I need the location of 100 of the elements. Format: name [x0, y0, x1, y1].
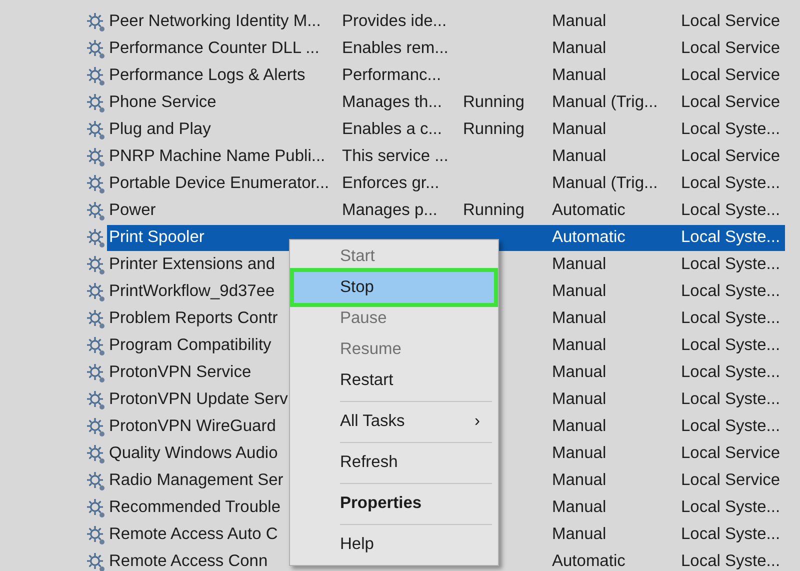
startup-type: Manual [552, 281, 608, 302]
service-name: Quality Windows Audio [109, 443, 279, 464]
log-on-as: Local Service [681, 65, 780, 86]
service-status: Running [463, 200, 526, 222]
service-name: Power [109, 200, 157, 222]
startup-type: Manual [552, 11, 608, 32]
gear-icon [85, 442, 107, 464]
service-status: Running [463, 92, 526, 114]
startup-type: Manual [552, 470, 608, 492]
service-name: ProtonVPN WireGuard [109, 416, 277, 438]
menu-item[interactable]: Properties [294, 488, 494, 519]
service-status: Running [463, 119, 526, 140]
log-on-as: Local Service [681, 11, 780, 32]
service-name: Portable Device Enumerator... [109, 173, 330, 194]
service-description: Provides ide... [342, 11, 448, 32]
service-name: Print Spooler [109, 227, 206, 248]
service-name: Performance Logs & Alerts [109, 65, 306, 86]
startup-type: Manual [552, 38, 608, 60]
service-description: Enables rem... [342, 38, 450, 60]
service-description: Enforces gr... [342, 173, 440, 194]
log-on-as: Local Syste... [681, 254, 780, 276]
startup-type: Manual [552, 497, 608, 518]
gear-icon [85, 92, 107, 114]
service-name: PrintWorkflow_9d37ee [109, 281, 276, 302]
startup-type: Manual [552, 524, 608, 546]
startup-type: Manual [552, 65, 608, 86]
log-on-as: Local Service [681, 92, 780, 114]
service-name: Remote Access Conn [109, 551, 269, 571]
submenu-arrow: › [474, 411, 480, 432]
gear-icon [85, 254, 107, 276]
log-on-as: Local Syste... [681, 362, 780, 384]
gear-icon [85, 226, 107, 248]
log-on-as: Local Syste... [681, 200, 780, 222]
startup-type: Manual [552, 308, 608, 330]
startup-type: Manual [552, 362, 608, 384]
gear-icon [85, 10, 107, 32]
startup-type: Automatic [552, 227, 626, 248]
service-name: Recommended Trouble [109, 497, 282, 518]
startup-type: Manual [552, 416, 608, 438]
log-on-as: Local Syste... [681, 524, 780, 546]
gear-icon [85, 172, 107, 194]
startup-type: Manual [552, 335, 608, 356]
log-on-as: Local Syste... [681, 497, 780, 518]
service-name: ProtonVPN Service [109, 362, 252, 384]
startup-type: Manual [552, 254, 608, 276]
log-on-as: Local Syste... [681, 416, 780, 438]
gear-icon [85, 200, 107, 222]
log-on-as: Local Syste... [681, 119, 780, 140]
service-name: Peer Networking Identity M... [109, 11, 322, 32]
service-description: This service ... [342, 146, 450, 168]
gear-icon [85, 388, 107, 410]
log-on-as: Local Syste... [681, 173, 780, 194]
startup-type: Manual [552, 443, 608, 464]
startup-type: Manual [552, 146, 608, 168]
startup-type: Manual [552, 389, 608, 410]
service-description: Manages p... [342, 200, 438, 222]
menu-item[interactable]: Stop [294, 272, 494, 303]
gear-icon [85, 496, 107, 518]
log-on-as: Local Service [681, 146, 780, 168]
gear-icon [85, 118, 107, 140]
service-name: Performance Counter DLL ... [109, 38, 320, 60]
gear-icon [85, 280, 107, 302]
log-on-as: Local Syste... [681, 308, 780, 330]
startup-type: Automatic [552, 200, 626, 222]
gear-icon [85, 470, 107, 492]
menu-item[interactable]: All Tasks › [294, 406, 494, 437]
service-name: ProtonVPN Update Serv [109, 389, 289, 410]
log-on-as: Local Service [681, 38, 780, 60]
service-name: Remote Access Auto C [109, 524, 279, 546]
log-on-as: Local Syste... [681, 335, 780, 356]
gear-icon [85, 550, 107, 571]
gear-icon [85, 416, 107, 438]
gear-icon [85, 524, 107, 546]
gear-icon [85, 308, 107, 330]
menu-item[interactable]: Help [294, 529, 494, 560]
startup-type: Manual (Trig... [552, 92, 659, 114]
service-name: Plug and Play [109, 119, 212, 140]
gear-icon [85, 362, 107, 384]
menu-item[interactable]: Restart [294, 365, 494, 396]
log-on-as: Local Service [681, 470, 780, 492]
service-description: Performanc... [342, 65, 442, 86]
menu-item[interactable]: Refresh [294, 447, 494, 478]
service-name: Program Compatibility [109, 335, 272, 356]
service-name: PNRP Machine Name Publi... [109, 146, 326, 168]
log-on-as: Local Syste... [681, 389, 780, 410]
gear-icon [85, 334, 107, 356]
log-on-as: Local Syste... [681, 281, 780, 302]
gear-icon [85, 38, 107, 60]
service-name: Phone Service [109, 92, 218, 114]
gear-icon [85, 146, 107, 168]
startup-type: Manual [552, 119, 608, 140]
service-name: Problem Reports Contr [109, 308, 279, 330]
log-on-as: Local Syste... [681, 227, 780, 248]
service-description: Enables a c... [342, 119, 443, 140]
startup-type: Manual (Trig... [552, 173, 659, 194]
startup-type: Automatic [552, 551, 626, 571]
service-name: Printer Extensions and [109, 254, 276, 276]
service-description: Manages th... [342, 92, 443, 114]
log-on-as: Local Service [681, 443, 780, 464]
service-name: Radio Management Ser [109, 470, 284, 492]
